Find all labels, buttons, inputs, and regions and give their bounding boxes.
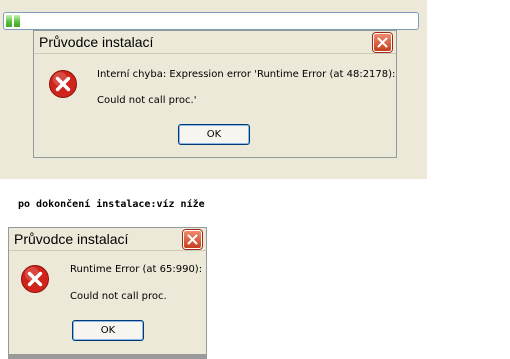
error-icon xyxy=(21,265,49,293)
progress-block xyxy=(6,15,12,27)
title-divider xyxy=(9,250,206,251)
error-icon xyxy=(49,70,77,98)
error-message-line2: Could not call proc.' xyxy=(97,95,197,106)
close-button[interactable] xyxy=(373,33,392,52)
title-divider xyxy=(34,53,396,54)
progress-fill xyxy=(6,15,20,27)
installation-progress-bar xyxy=(3,12,419,30)
ok-button[interactable]: OK xyxy=(72,320,144,341)
error-dialog-bottom: Průvodce instalací Runtime Error (at 65:… xyxy=(8,227,207,359)
progress-block xyxy=(14,15,20,27)
dialog-titlebar[interactable]: Průvodce instalací xyxy=(34,31,396,53)
error-dialog-top: Průvodce instalací Interní chyba: Expres… xyxy=(33,30,397,158)
error-message-line2: Could not call proc. xyxy=(70,291,167,302)
close-icon xyxy=(377,37,388,48)
dialog-bottom-edge xyxy=(8,354,207,359)
dialog-titlebar[interactable]: Průvodce instalací xyxy=(9,228,206,250)
close-button[interactable] xyxy=(183,230,202,249)
ok-button[interactable]: OK xyxy=(178,124,250,145)
error-message-line1: Interní chyba: Expression error 'Runtime… xyxy=(97,69,396,80)
caption-text: po dokončení instalace:víz níže xyxy=(18,199,205,210)
error-message-line1: Runtime Error (at 65:990): xyxy=(70,264,203,275)
close-icon xyxy=(187,234,198,245)
dialog-title: Průvodce instalací xyxy=(14,231,129,247)
dialog-title: Průvodce instalací xyxy=(39,34,154,50)
